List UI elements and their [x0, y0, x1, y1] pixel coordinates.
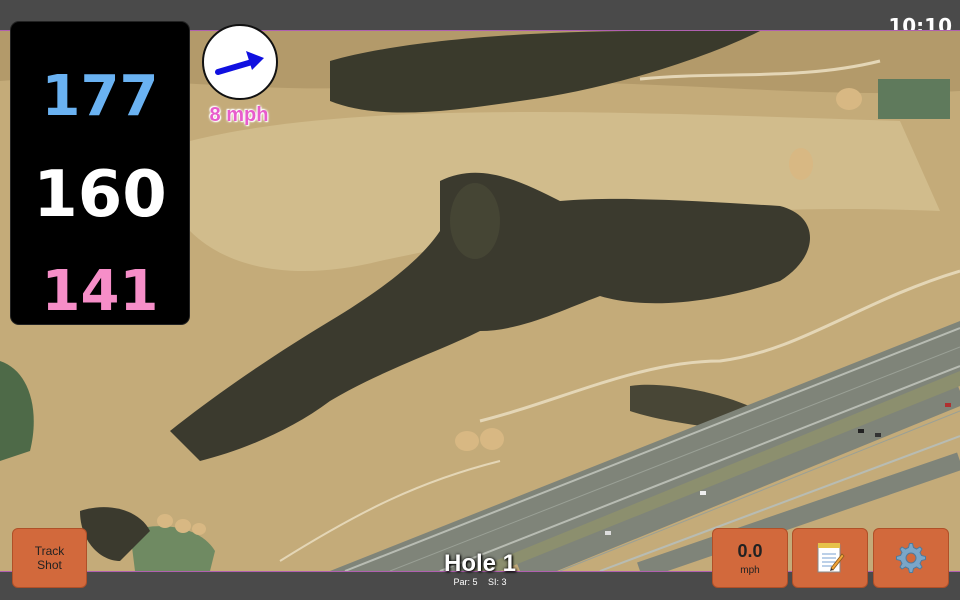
hole-stroke-index: SI: 3	[488, 577, 507, 587]
front-distance: 141	[41, 259, 159, 324]
speed-button[interactable]: 0.0 mph	[712, 528, 788, 588]
hole-title: Hole 1	[443, 550, 517, 577]
distance-panel: 177 160 141	[11, 22, 189, 324]
hole-par: Par: 5	[453, 577, 478, 587]
hole-info: Par: 5 SI: 3	[380, 577, 580, 587]
gear-icon	[896, 543, 926, 573]
settings-button[interactable]	[873, 528, 949, 588]
wind-speed: 8 mph	[209, 104, 269, 126]
notepad-icon	[817, 543, 845, 573]
wind-indicator	[202, 24, 278, 100]
notes-button[interactable]	[792, 528, 868, 588]
middle-distance: 160	[33, 158, 167, 232]
wind-direction-arrow-icon	[215, 51, 264, 75]
track-shot-label: Track Shot	[34, 544, 65, 572]
track-shot-button[interactable]: Track Shot	[12, 528, 87, 588]
back-distance: 177	[41, 64, 159, 129]
speed-value: 0.0	[737, 540, 763, 561]
speed-unit: mph	[740, 564, 760, 576]
